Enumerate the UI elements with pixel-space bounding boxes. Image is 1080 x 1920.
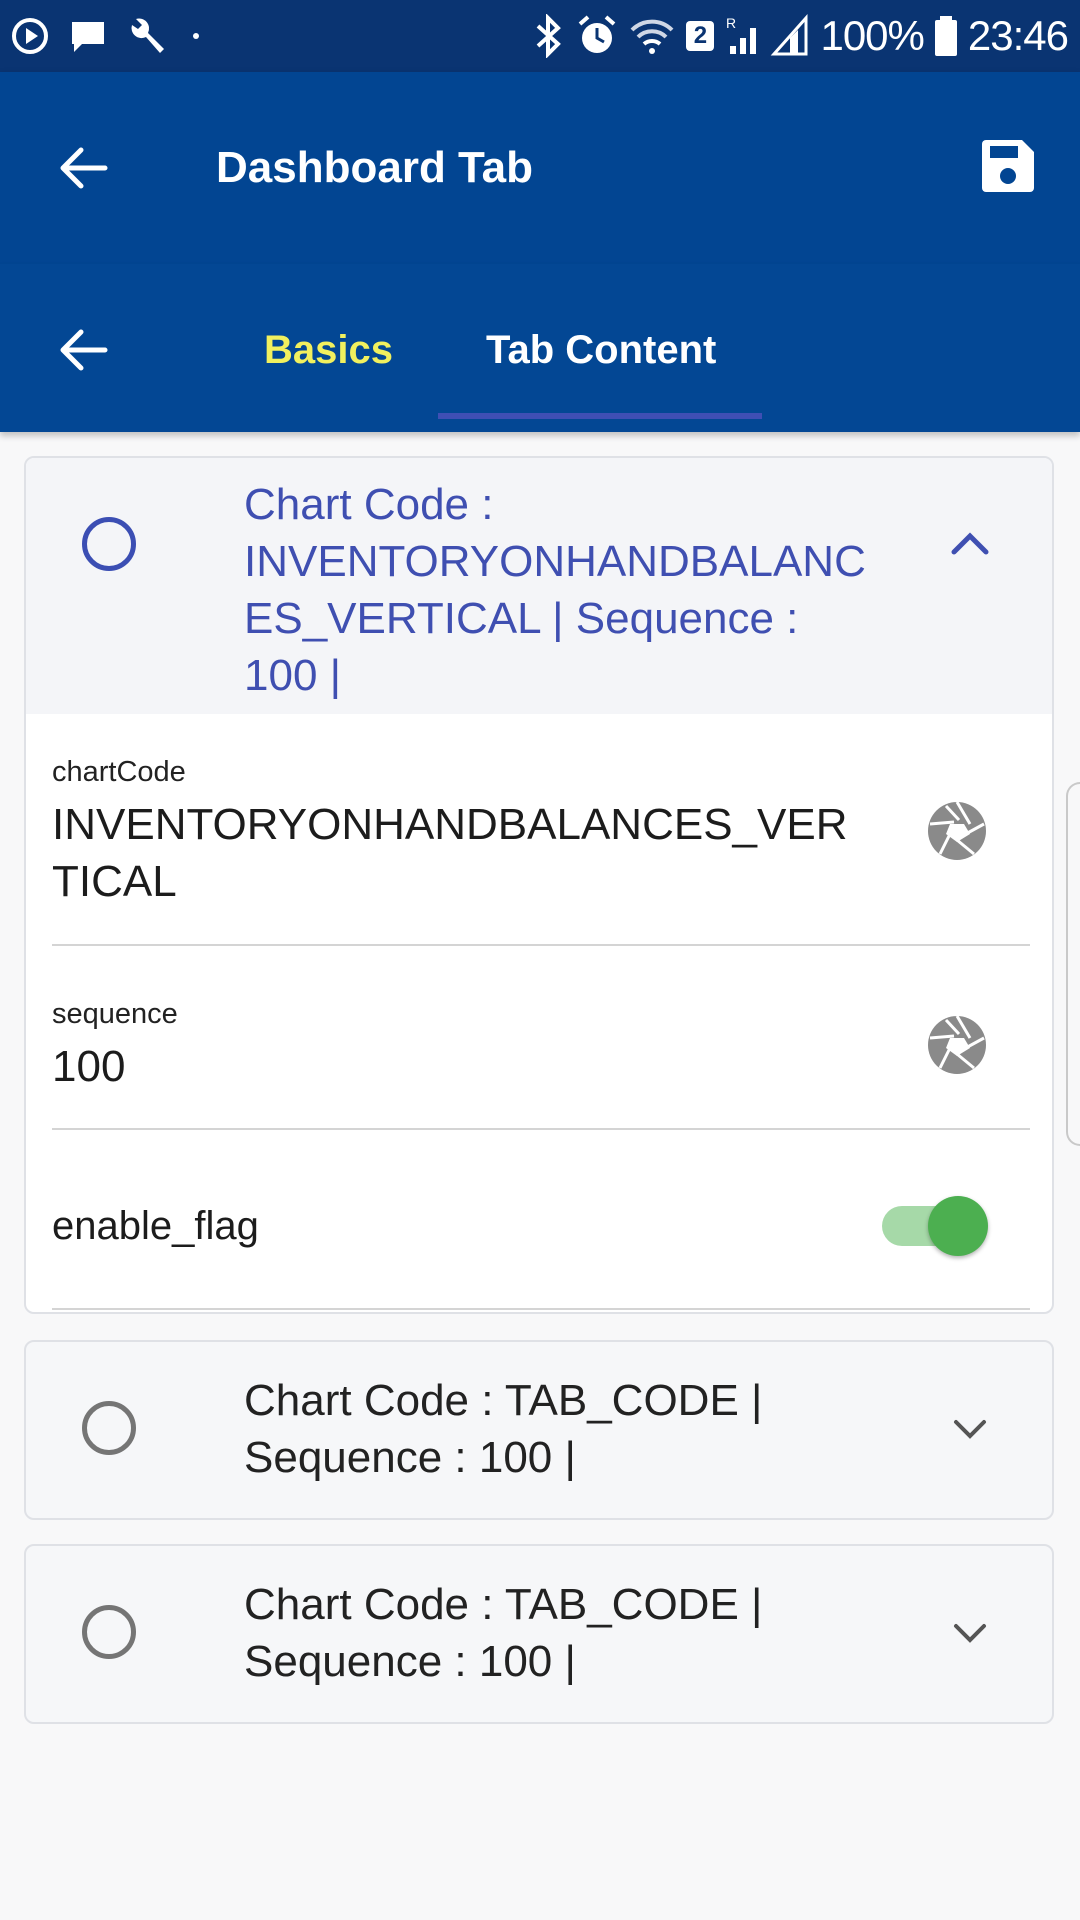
active-tab-indicator [438, 413, 762, 419]
aperture-icon[interactable] [926, 800, 988, 862]
media-play-icon [12, 18, 48, 54]
back-arrow-icon[interactable] [55, 140, 111, 196]
header-line: Sequence : 100 | [244, 1637, 576, 1686]
chart-card-expanded: Chart Code : INVENTORYONHANDBALANC ES_VE… [24, 456, 1054, 1314]
status-left-icons [10, 14, 206, 58]
value-line: INVENTORYONHANDBALANCES_VER [52, 800, 848, 849]
status-right-icons: 2 R 100% 23:46 [530, 10, 1069, 62]
card-header-title: Chart Code : TAB_CODE | Sequence : 100 | [244, 1576, 762, 1690]
card-header-title: Chart Code : TAB_CODE | Sequence : 100 | [244, 1372, 762, 1486]
battery-percent: 100% [820, 12, 924, 59]
page-title: Dashboard Tab [216, 143, 534, 192]
tab-bar: Basics Tab Content [0, 264, 1080, 432]
dot-icon [193, 33, 199, 39]
field-value-chartcode[interactable]: INVENTORYONHANDBALANCES_VER TICAL [52, 796, 847, 910]
header-line: Sequence : 100 | [244, 1433, 576, 1482]
tab-back-arrow-icon[interactable] [55, 322, 111, 378]
message-icon [72, 22, 104, 52]
field-label-sequence: sequence [52, 998, 178, 1030]
alarm-icon [579, 15, 616, 53]
wrench-icon [131, 18, 164, 53]
roaming-label: R [726, 15, 736, 31]
header-line: ES_VERTICAL | Sequence : [244, 594, 799, 643]
field-label-chartcode: chartCode [52, 756, 186, 788]
value-line: TICAL [52, 857, 177, 906]
radio-button[interactable] [82, 1605, 136, 1659]
header-line: Chart Code : TAB_CODE | [244, 1376, 763, 1425]
bluetooth-icon [537, 14, 562, 58]
radio-button[interactable] [82, 1401, 136, 1455]
chevron-up-icon[interactable] [948, 522, 992, 566]
field-value-sequence[interactable]: 100 [52, 1038, 125, 1095]
aperture-icon[interactable] [926, 1014, 988, 1076]
tab-basics[interactable]: Basics [264, 322, 393, 378]
status-bar: 2 R 100% 23:46 [0, 0, 1080, 72]
divider [52, 944, 1030, 946]
divider [52, 1128, 1030, 1130]
header-line: Chart Code : [244, 480, 494, 529]
chart-card-collapsed[interactable]: Chart Code : TAB_CODE | Sequence : 100 | [24, 1340, 1054, 1520]
app-bar: Dashboard Tab [0, 72, 1080, 264]
edge-panel-handle[interactable] [1066, 782, 1080, 1146]
header-line: INVENTORYONHANDBALANC [244, 537, 866, 586]
floppy-disk-icon[interactable] [980, 138, 1036, 194]
wifi-icon [631, 19, 674, 54]
chevron-down-icon[interactable] [948, 1612, 992, 1656]
card-header-title: Chart Code : INVENTORYONHANDBALANC ES_VE… [244, 476, 866, 704]
card-header[interactable]: Chart Code : INVENTORYONHANDBALANC ES_VE… [26, 458, 1052, 714]
clock: 23:46 [967, 12, 1069, 59]
sim-badge: 2 [686, 21, 715, 51]
header-line: Chart Code : TAB_CODE | [244, 1580, 763, 1629]
tab-tab-content[interactable]: Tab Content [486, 322, 716, 378]
signal-icon [771, 14, 808, 56]
enable-flag-toggle-knob[interactable] [928, 1196, 988, 1256]
header-line: 100 | [244, 651, 342, 700]
divider [52, 1308, 1030, 1310]
signal-roaming-icon: R [726, 15, 757, 54]
toggle-label-enable-flag: enable_flag [52, 1204, 259, 1248]
chevron-down-icon[interactable] [948, 1408, 992, 1452]
chart-card-collapsed[interactable]: Chart Code : TAB_CODE | Sequence : 100 | [24, 1544, 1054, 1724]
battery-icon [934, 16, 957, 56]
radio-button[interactable] [82, 517, 136, 571]
